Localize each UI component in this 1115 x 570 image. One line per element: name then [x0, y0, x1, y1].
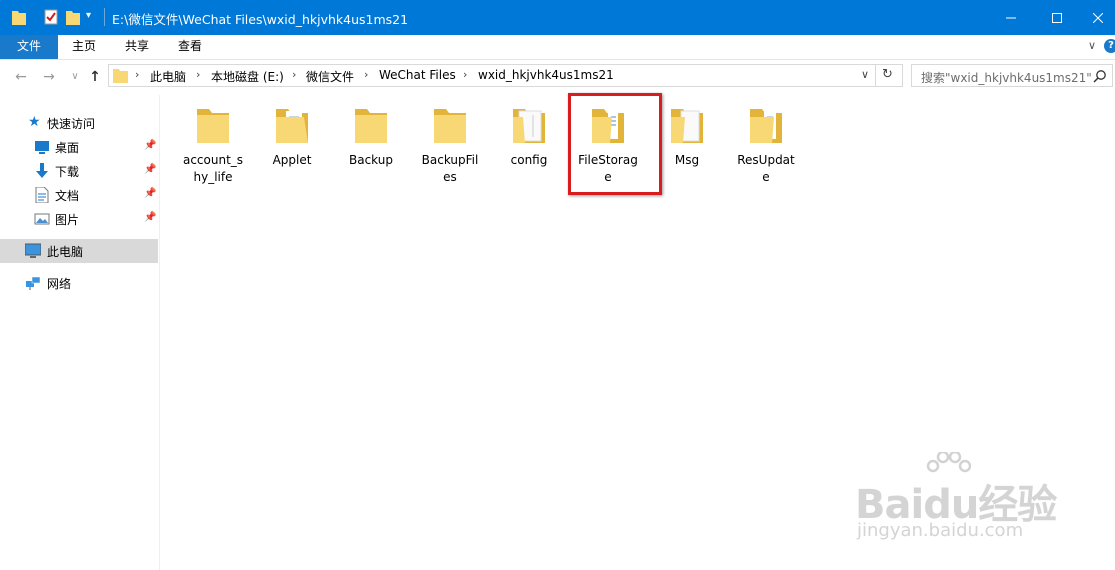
- window-title: E:\微信文件\WeChat Files\wxid_hkjvhk4us1ms21: [112, 12, 409, 27]
- folder-icon: [750, 109, 782, 143]
- sidebar-item-network[interactable]: 网络: [0, 271, 158, 295]
- breadcrumb-wechat-folder[interactable]: 微信文件: [306, 68, 354, 85]
- watermark-url: jingyan.baidu.com: [857, 520, 1024, 541]
- title-bar: ▾ E:\微信文件\WeChat Files\wxid_hkjvhk4us1ms…: [0, 0, 1115, 35]
- folder-item-backup[interactable]: Backup: [333, 103, 409, 193]
- recent-locations-icon[interactable]: ∨: [66, 68, 84, 86]
- star-icon: ★: [28, 114, 41, 130]
- folder-label: account_s hy_life: [182, 153, 244, 184]
- folder-item-config[interactable]: config: [491, 103, 567, 193]
- folder-icon: [12, 11, 26, 25]
- folder-label: Backup: [349, 153, 393, 167]
- breadcrumb-wxid[interactable]: wxid_hkjvhk4us1ms21: [478, 68, 614, 82]
- folder-label: ResUpdat e: [737, 153, 795, 184]
- folder-label: Applet: [272, 153, 312, 167]
- download-icon: [36, 163, 48, 178]
- folder-label: BackupFil es: [421, 153, 479, 184]
- close-icon: [1092, 12, 1103, 23]
- sidebar-item-desktop[interactable]: 桌面 📌: [0, 135, 158, 159]
- folder-icon: [671, 109, 703, 143]
- document-icon: [35, 187, 49, 203]
- properties-icon[interactable]: [44, 9, 58, 25]
- pin-icon[interactable]: 📌: [144, 140, 156, 151]
- sidebar-item-label: 下载: [55, 165, 80, 179]
- address-row: ← → ∨ ↑ › 此电脑 › 本地磁盘 (E:) › 微信文件 › WeCha…: [0, 60, 1115, 95]
- sidebar-item-label: 此电脑: [47, 245, 84, 259]
- breadcrumb-wechat-files[interactable]: WeChat Files: [379, 68, 456, 82]
- folder-label: config: [510, 153, 548, 167]
- sidebar-item-downloads[interactable]: 下载 📌: [0, 159, 158, 183]
- divider: [104, 8, 105, 26]
- maximize-button[interactable]: [1034, 0, 1080, 35]
- desktop-icon: [35, 141, 49, 154]
- watermark: Baidu经验 jingyan.baidu.com: [855, 452, 1057, 552]
- breadcrumb-separator-icon: ›: [292, 68, 297, 81]
- expand-ribbon-icon[interactable]: ∨: [1088, 39, 1096, 52]
- sidebar-item-label: 文档: [55, 189, 80, 203]
- sidebar-item-quick-access[interactable]: ★ 快速访问: [0, 111, 158, 135]
- pin-icon[interactable]: 📌: [144, 164, 156, 175]
- folder-item-resupdate[interactable]: ResUpdat e: [728, 103, 804, 193]
- tab-file[interactable]: 文件: [0, 35, 58, 59]
- help-icon[interactable]: ?: [1104, 39, 1115, 53]
- ribbon-tabs: 文件 主页 共享 查看 ∨ ?: [0, 35, 1115, 60]
- back-button[interactable]: ←: [12, 68, 30, 86]
- folder-icon: [434, 109, 466, 143]
- search-placeholder: 搜索"wxid_hkjvhk4us1ms21": [921, 71, 1092, 85]
- divider: [875, 65, 876, 86]
- sidebar-item-label: 桌面: [55, 141, 80, 155]
- new-folder-icon[interactable]: [66, 9, 80, 25]
- pin-icon[interactable]: 📌: [144, 212, 156, 223]
- network-icon: [26, 276, 41, 290]
- navigation-pane: ★ 快速访问 桌面 📌 下载 📌 文档 📌 图片 📌 此电脑 网络: [0, 95, 160, 570]
- folder-icon: [276, 109, 308, 143]
- sidebar-item-pictures[interactable]: 图片 📌: [0, 207, 158, 231]
- computer-icon: [25, 243, 41, 258]
- sidebar-item-label: 网络: [47, 277, 72, 291]
- search-input[interactable]: 搜索"wxid_hkjvhk4us1ms21": [911, 64, 1113, 87]
- tab-view[interactable]: 查看: [168, 35, 212, 59]
- sidebar-item-documents[interactable]: 文档 📌: [0, 183, 158, 207]
- address-dropdown-icon[interactable]: ∨: [861, 68, 869, 81]
- quick-access-toolbar-dropdown-icon[interactable]: ▾: [86, 10, 91, 21]
- minimize-icon: [1006, 17, 1016, 18]
- close-button[interactable]: [1080, 0, 1115, 35]
- folder-item-account-shy-life[interactable]: account_s hy_life: [175, 103, 251, 193]
- breadcrumb-separator-icon: ›: [196, 68, 201, 81]
- folder-item-backupfiles[interactable]: BackupFil es: [412, 103, 488, 193]
- breadcrumb-separator-icon: ›: [364, 68, 369, 81]
- sidebar-item-label: 快速访问: [47, 117, 96, 131]
- picture-icon: [34, 213, 50, 225]
- maximize-icon: [1052, 12, 1062, 23]
- pin-icon[interactable]: 📌: [144, 188, 156, 199]
- tab-share[interactable]: 共享: [115, 35, 159, 59]
- tab-home[interactable]: 主页: [62, 35, 106, 59]
- folder-icon: [355, 109, 387, 143]
- breadcrumb-this-pc[interactable]: 此电脑: [150, 68, 186, 85]
- forward-button[interactable]: →: [40, 68, 58, 86]
- breadcrumb-separator-icon: ›: [135, 68, 140, 81]
- search-icon[interactable]: [1093, 69, 1107, 83]
- breadcrumb-local-disk[interactable]: 本地磁盘 (E:): [211, 68, 284, 85]
- folder-icon: [513, 109, 545, 143]
- address-bar[interactable]: › 此电脑 › 本地磁盘 (E:) › 微信文件 › WeChat Files …: [108, 64, 903, 87]
- highlight-annotation-box: [568, 93, 662, 195]
- sidebar-item-this-pc[interactable]: 此电脑: [0, 239, 158, 263]
- folder-icon: [113, 69, 128, 83]
- folder-item-applet[interactable]: Applet: [254, 103, 330, 193]
- sidebar-item-label: 图片: [55, 213, 80, 227]
- breadcrumb-separator-icon: ›: [463, 68, 468, 81]
- refresh-icon[interactable]: ↻: [882, 67, 893, 82]
- minimize-button[interactable]: [988, 0, 1034, 35]
- up-button[interactable]: ↑: [86, 68, 104, 86]
- folder-icon: [197, 109, 229, 143]
